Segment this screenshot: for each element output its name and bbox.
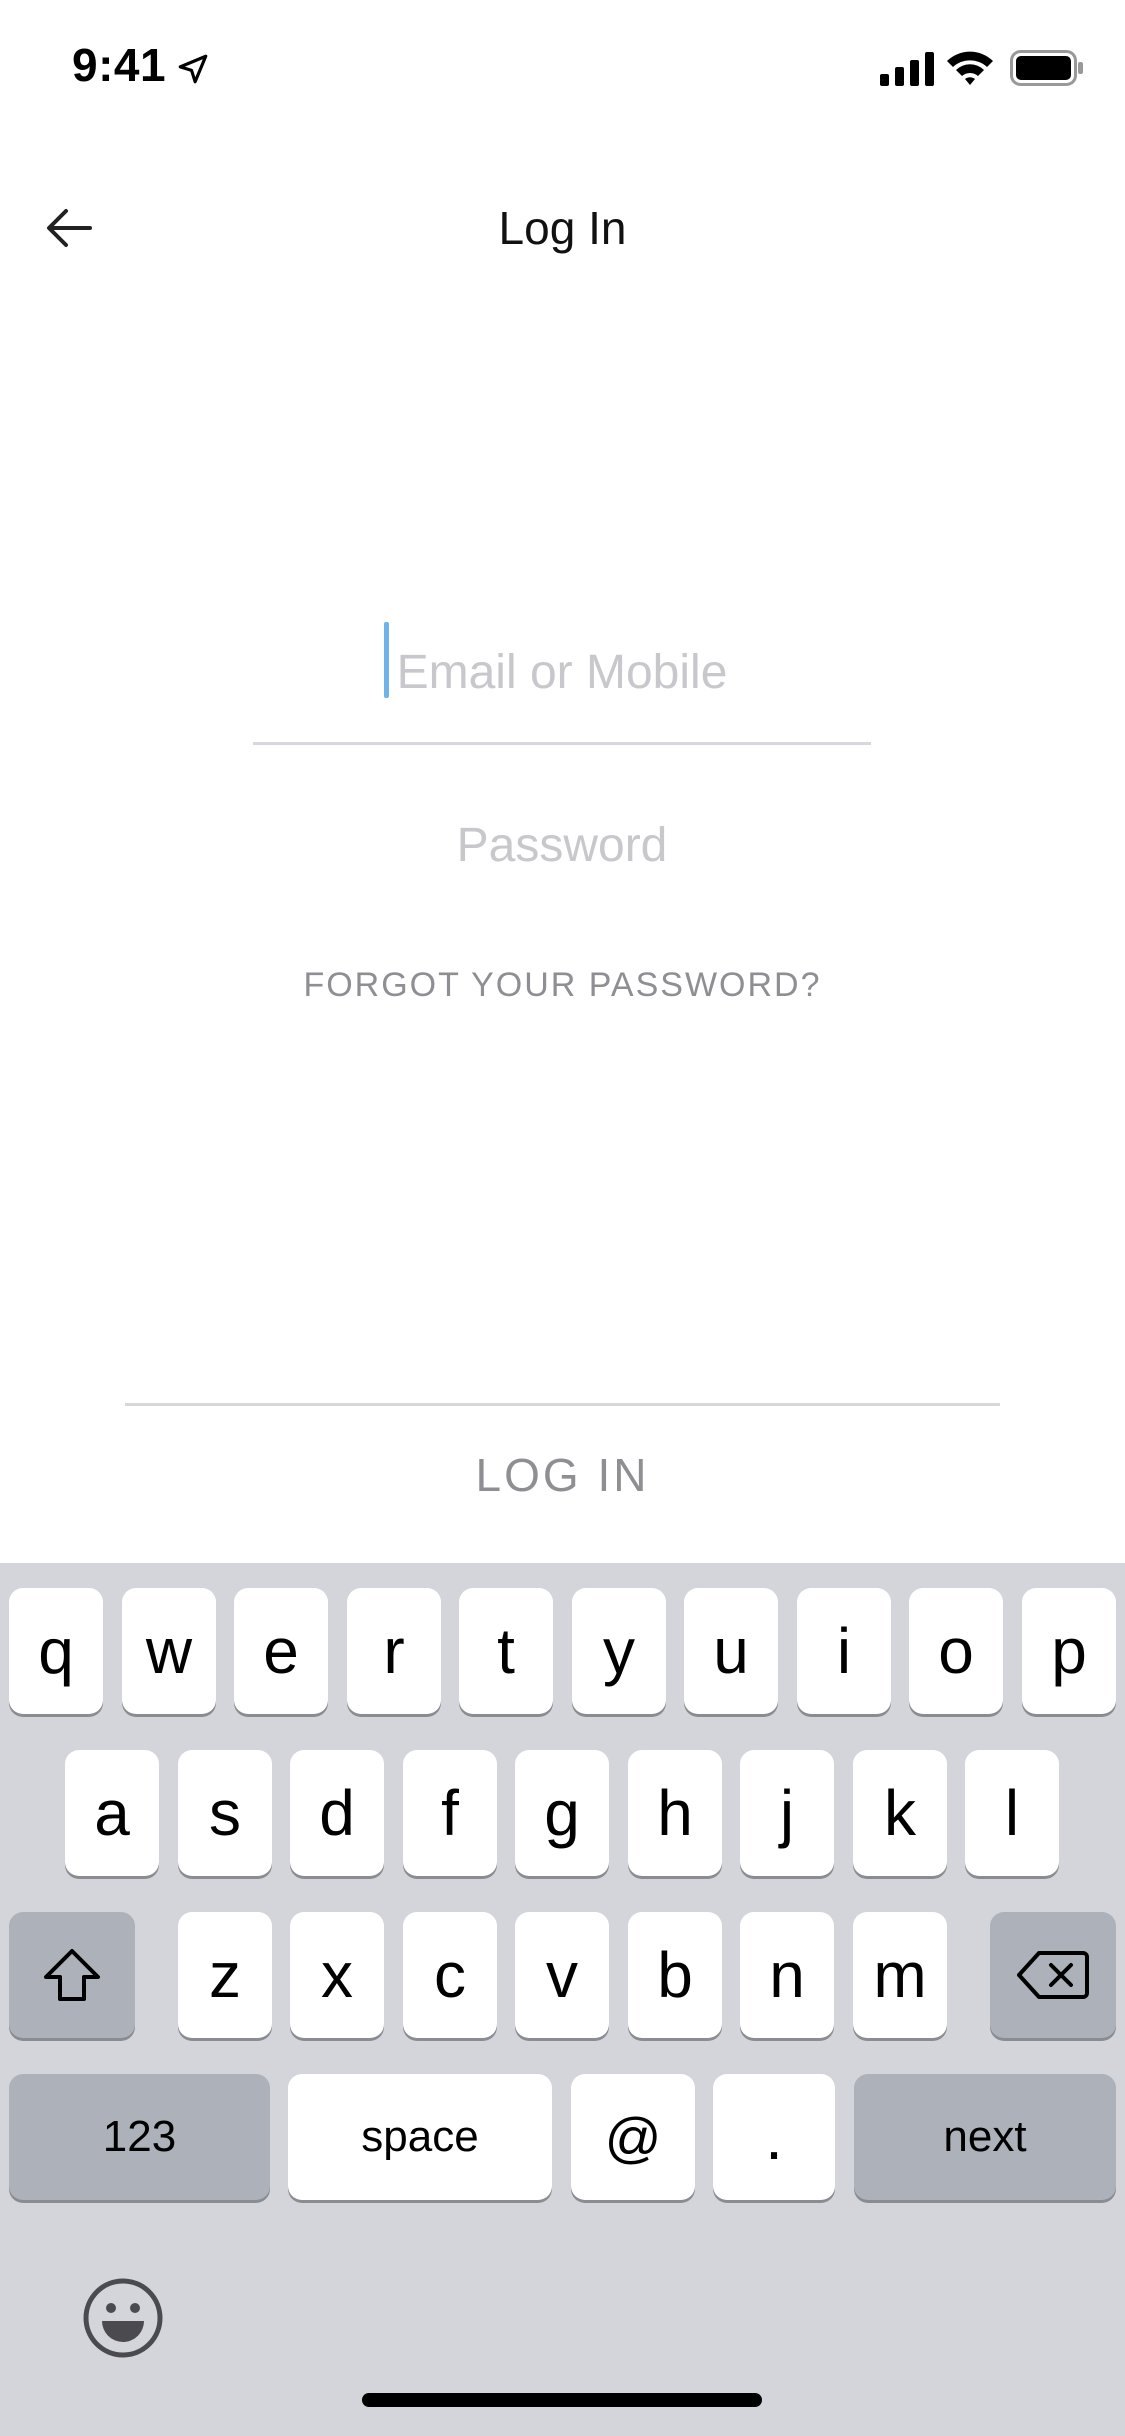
emoji-icon[interactable]: [82, 2277, 164, 2359]
next-key[interactable]: next: [854, 2074, 1116, 2200]
key-a[interactable]: a: [65, 1750, 159, 1876]
key-q[interactable]: q: [9, 1588, 103, 1714]
key-r[interactable]: r: [347, 1588, 441, 1714]
key-f[interactable]: f: [403, 1750, 497, 1876]
key-m[interactable]: m: [853, 1912, 947, 2038]
password-input[interactable]: [253, 800, 871, 890]
key-z[interactable]: z: [178, 1912, 272, 2038]
key-j[interactable]: j: [740, 1750, 834, 1876]
key-h[interactable]: h: [628, 1750, 722, 1876]
delete-key[interactable]: [990, 1912, 1116, 2038]
delete-icon: [1017, 1951, 1089, 1999]
key-x[interactable]: x: [290, 1912, 384, 2038]
status-time: 9:41: [72, 39, 167, 91]
status-bar: 9:41: [0, 0, 1125, 135]
battery-icon: [1010, 50, 1083, 86]
email-input[interactable]: [253, 622, 871, 722]
key-t[interactable]: t: [459, 1588, 553, 1714]
back-arrow-icon[interactable]: [40, 198, 100, 258]
text-caret: [384, 622, 389, 698]
period-key[interactable]: .: [713, 2074, 835, 2200]
key-y[interactable]: y: [572, 1588, 666, 1714]
at-key[interactable]: @: [571, 2074, 695, 2200]
forgot-password-link[interactable]: FORGOT YOUR PASSWORD?: [0, 966, 1125, 1005]
keyboard: q w e r t y u i o p a s d f g h j k l z …: [0, 1563, 1125, 2436]
key-o[interactable]: o: [909, 1588, 1003, 1714]
home-indicator[interactable]: [362, 2393, 762, 2407]
key-k[interactable]: k: [853, 1750, 947, 1876]
location-arrow-icon: [178, 54, 208, 84]
key-i[interactable]: i: [797, 1588, 891, 1714]
key-p[interactable]: p: [1022, 1588, 1116, 1714]
email-underline: [253, 742, 871, 745]
cellular-signal-icon: [880, 52, 934, 86]
login-divider: [125, 1403, 1000, 1406]
shift-icon: [44, 1949, 100, 2001]
key-n[interactable]: n: [740, 1912, 834, 2038]
page-title: Log In: [498, 202, 627, 254]
email-field[interactable]: [253, 610, 871, 745]
space-key[interactable]: space: [288, 2074, 552, 2200]
key-g[interactable]: g: [515, 1750, 609, 1876]
key-l[interactable]: l: [965, 1750, 1059, 1876]
login-screen: 9:41 Log In FORGOT Y: [0, 0, 1125, 2436]
key-e[interactable]: e: [234, 1588, 328, 1714]
key-v[interactable]: v: [515, 1912, 609, 2038]
wifi-icon: [947, 51, 993, 85]
key-c[interactable]: c: [403, 1912, 497, 2038]
login-button[interactable]: LOG IN: [125, 1420, 1000, 1530]
key-w[interactable]: w: [122, 1588, 216, 1714]
shift-key[interactable]: [9, 1912, 135, 2038]
password-field[interactable]: [253, 800, 871, 890]
key-d[interactable]: d: [290, 1750, 384, 1876]
key-u[interactable]: u: [684, 1588, 778, 1714]
numbers-key[interactable]: 123: [9, 2074, 270, 2200]
key-b[interactable]: b: [628, 1912, 722, 2038]
key-s[interactable]: s: [178, 1750, 272, 1876]
